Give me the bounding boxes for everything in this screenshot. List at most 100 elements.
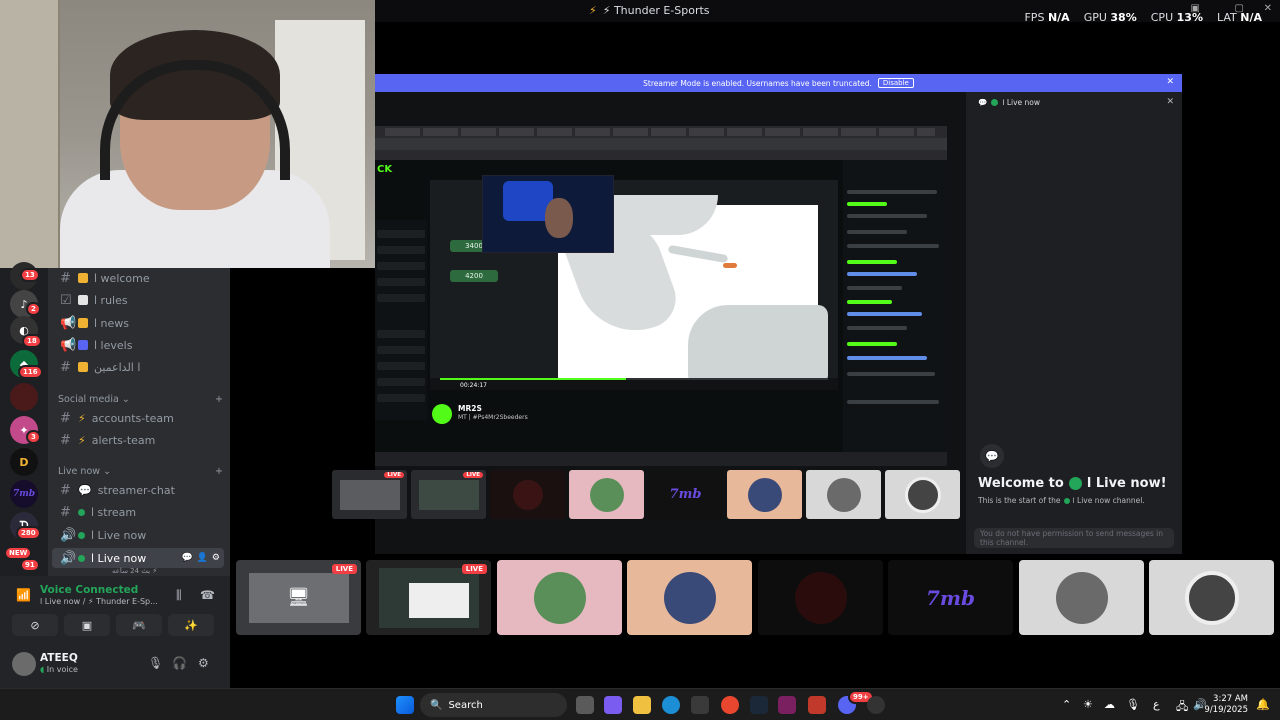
disable-button[interactable]: Disable bbox=[877, 78, 914, 88]
channel-supporters[interactable]: # ا الداعمين bbox=[52, 357, 224, 377]
live-badge: LIVE bbox=[463, 472, 483, 478]
username[interactable]: ATEEQ bbox=[40, 652, 78, 664]
activity-button[interactable]: 🎮 bbox=[116, 614, 162, 636]
participant-tile[interactable] bbox=[497, 560, 622, 635]
app-icon[interactable] bbox=[867, 696, 885, 714]
participant-tile[interactable]: 7mb bbox=[888, 560, 1013, 635]
player-controls[interactable]: 00:24:17 bbox=[430, 378, 838, 390]
taskbar-clock[interactable]: 3:27 AM 9/19/2025 bbox=[1204, 694, 1248, 716]
server-icon[interactable]: 7mb bbox=[10, 480, 38, 508]
chevron-up-icon[interactable]: ⌃ bbox=[1062, 698, 1071, 711]
brightness-icon[interactable]: ☀ bbox=[1083, 698, 1093, 711]
next-app-icon[interactable] bbox=[778, 696, 796, 714]
soundboard-icon[interactable]: ⫼ bbox=[176, 588, 182, 603]
chat-icon[interactable]: 💬 bbox=[181, 553, 192, 563]
close-icon[interactable]: ✕ bbox=[1166, 97, 1174, 107]
add-channel-icon[interactable]: + bbox=[215, 394, 223, 405]
microphone-icon[interactable]: 🎙 bbox=[148, 656, 163, 670]
channel-live-now-voice[interactable]: 🔊 ا Live now bbox=[52, 525, 224, 545]
category-social-media[interactable]: Social media ⌄ + bbox=[58, 394, 223, 405]
gear-icon[interactable]: ⚙ bbox=[212, 553, 220, 563]
soundboard-button[interactable]: ✨ bbox=[168, 614, 214, 636]
taskbar-search[interactable]: 🔍 Search bbox=[420, 693, 567, 717]
chevron-down-icon: ⌄ bbox=[121, 394, 130, 405]
server-icon[interactable] bbox=[10, 383, 38, 411]
channel-levels[interactable]: 📢 ا levels bbox=[52, 335, 224, 355]
channel-accounts-team[interactable]: # ⚡ accounts-team bbox=[52, 408, 224, 428]
camera-button[interactable]: ⊘ bbox=[12, 614, 58, 636]
participant-tile[interactable] bbox=[758, 560, 883, 635]
file-explorer-icon[interactable] bbox=[633, 696, 651, 714]
cloud-icon[interactable]: ☁ bbox=[1104, 698, 1115, 711]
kick-chat bbox=[843, 160, 947, 466]
voice-channel-icon: 🔊 bbox=[60, 527, 77, 543]
chrome-icon[interactable] bbox=[721, 696, 739, 714]
window-title-text: ⚡ Thunder E-Sports bbox=[602, 4, 710, 17]
stream-tile[interactable]: LIVE bbox=[332, 470, 407, 519]
channel-rules[interactable]: ☑ ا rules bbox=[52, 290, 224, 310]
participant-tile[interactable] bbox=[490, 470, 565, 519]
green-circle-icon bbox=[78, 508, 85, 516]
participant-tile[interactable] bbox=[727, 470, 802, 519]
windows-start-icon[interactable] bbox=[396, 696, 414, 714]
category-live-now[interactable]: Live now ⌄ + bbox=[58, 466, 223, 477]
participant-tile[interactable] bbox=[806, 470, 881, 519]
overlay-icon[interactable]: ▣ bbox=[1191, 3, 1200, 14]
task-view-icon[interactable] bbox=[576, 696, 594, 714]
channel-stream[interactable]: # ا stream bbox=[52, 502, 224, 522]
steam-icon[interactable] bbox=[750, 696, 768, 714]
announcement-icon: 📢 bbox=[60, 337, 77, 353]
language-indicator[interactable]: ع bbox=[1153, 698, 1160, 711]
invite-icon[interactable]: 👤 bbox=[197, 553, 208, 563]
microphone-icon[interactable]: 🎙 bbox=[1126, 698, 1140, 711]
close-icon[interactable]: ✕ bbox=[1166, 77, 1174, 87]
channel-welcome[interactable]: # ا welcome bbox=[52, 268, 224, 288]
server-icon[interactable]: D bbox=[10, 448, 38, 476]
shared-screen[interactable]: CK 3400 4200 00:24:17 MR2S MT | #Ps4Mr2S… bbox=[375, 126, 947, 466]
channel-streamer-chat[interactable]: # 💬 streamer-chat bbox=[52, 480, 224, 500]
participant-tile[interactable] bbox=[1019, 560, 1144, 635]
stream-tile[interactable]: LIVE bbox=[411, 470, 486, 519]
channel-alerts-team[interactable]: # ⚡ alerts-team bbox=[52, 430, 224, 450]
stream-tile[interactable]: LIVE bbox=[366, 560, 491, 635]
channel-live-now-active[interactable]: 🔊 ا Live now 💬 👤 ⚙ bbox=[52, 548, 224, 568]
app-icon[interactable] bbox=[808, 696, 826, 714]
participant-tile[interactable] bbox=[1149, 560, 1274, 635]
browser-bookmarks bbox=[375, 150, 947, 160]
gear-icon[interactable]: ⚙ bbox=[198, 656, 209, 670]
desktop: ⚡ ⚡ Thunder E-Sports FPS N/A GPU 38% CPU… bbox=[0, 0, 1280, 720]
lightning-icon: ⚡ bbox=[78, 411, 86, 425]
disconnect-icon[interactable]: ☎ bbox=[200, 588, 215, 602]
webcam-feed bbox=[0, 0, 375, 268]
speech-bubble-icon: 💬 bbox=[78, 483, 92, 497]
voice-channel-path[interactable]: ا Live now / ⚡ Thunder E-Sp... bbox=[40, 597, 158, 606]
participant-tile[interactable] bbox=[885, 470, 960, 519]
headphones-icon[interactable]: 🎧 bbox=[172, 656, 187, 670]
avatar[interactable] bbox=[12, 652, 36, 676]
performance-stats: FPS N/A GPU 38% CPU 13% LAT N/A bbox=[1024, 11, 1262, 24]
channel-news[interactable]: 📢 ا news bbox=[52, 313, 224, 333]
stream-tile[interactable]: 🖥 LIVE bbox=[236, 560, 361, 635]
notification-icon[interactable]: 🔔 bbox=[1256, 698, 1270, 711]
participant-tile[interactable]: 7mb bbox=[648, 470, 723, 519]
store-icon[interactable] bbox=[691, 696, 709, 714]
network-icon[interactable]: 🖧 bbox=[1176, 698, 1188, 717]
window-title: ⚡ ⚡ Thunder E-Sports bbox=[589, 4, 710, 17]
edge-icon[interactable] bbox=[662, 696, 680, 714]
avatar[interactable] bbox=[432, 404, 452, 424]
add-channel-icon[interactable]: + bbox=[215, 466, 223, 477]
kick-page: CK 3400 4200 00:24:17 MR2S MT | #Ps4Mr2S… bbox=[375, 160, 947, 466]
participant-tile[interactable] bbox=[627, 560, 752, 635]
participant-tile[interactable] bbox=[569, 470, 644, 519]
user-panel: ATEEQ ◖ In voice 🎙 🎧 ⚙ bbox=[0, 640, 230, 688]
close-icon[interactable]: ✕ bbox=[1264, 3, 1272, 14]
video-player[interactable]: 3400 4200 00:24:17 bbox=[430, 175, 838, 390]
sparkle-icon: ✨ bbox=[184, 618, 198, 632]
copilot-icon[interactable] bbox=[604, 696, 622, 714]
screen-share-button[interactable]: ▣ bbox=[64, 614, 110, 636]
maximize-icon[interactable]: ▢ bbox=[1235, 3, 1244, 14]
wave-emoji-icon bbox=[78, 273, 88, 283]
signal-icon[interactable]: 📶 bbox=[16, 588, 31, 602]
text-channel-icon: # bbox=[60, 410, 71, 426]
live-badge: LIVE bbox=[331, 564, 357, 574]
